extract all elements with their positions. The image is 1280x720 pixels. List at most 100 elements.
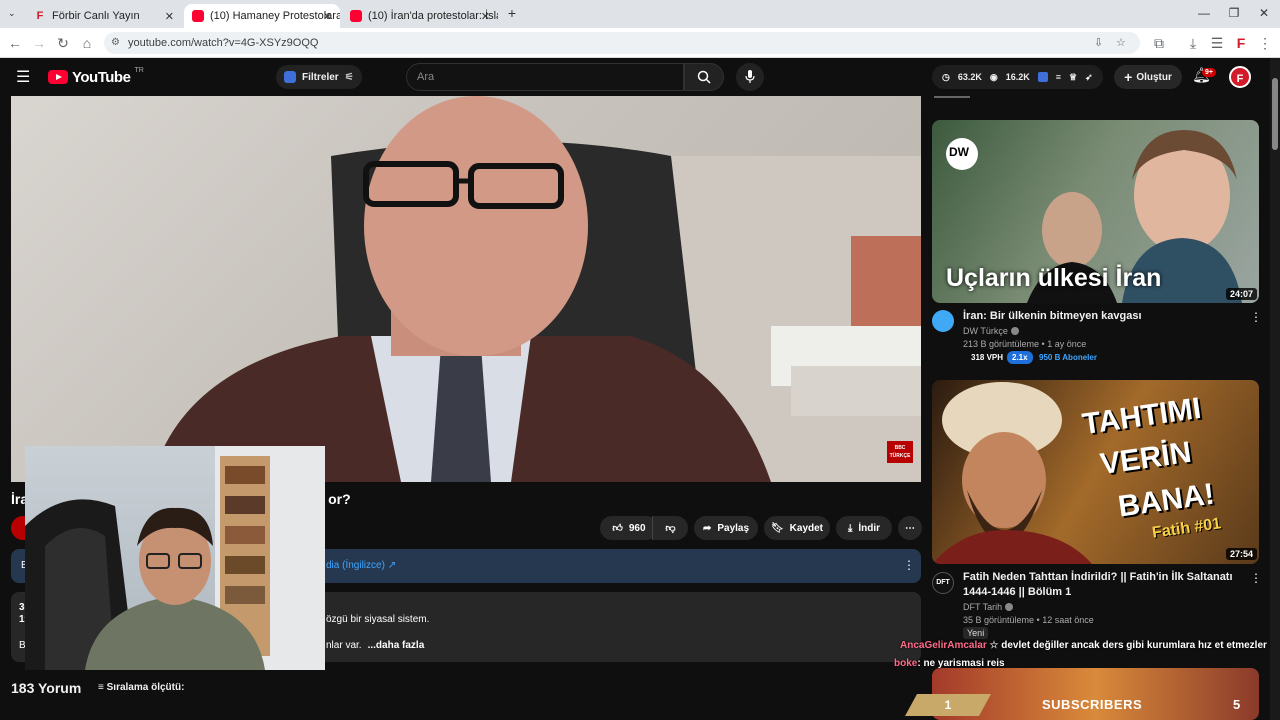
share-icon: ➦	[702, 522, 712, 534]
close-icon[interactable]: ✕	[481, 10, 490, 23]
tab-forbir[interactable]: F Förbir Canlı Yayın ✕	[26, 4, 182, 28]
bookmark-icon: 🔖︎	[770, 522, 784, 534]
address-bar-row: ← → ↻ ⌂ ⚙ youtube.com/watch?v=4G-XSYz9OQ…	[0, 28, 1280, 58]
save-label: Kaydet	[789, 522, 824, 534]
more-icon: ⋯	[905, 522, 915, 534]
video-player[interactable]: BBC TÜRKÇE	[11, 96, 921, 482]
scrollbar-thumb[interactable]	[1272, 78, 1278, 150]
vph-stat: 318 VPH	[971, 353, 1004, 362]
chat-message: boke: ne yarismasi reis	[894, 658, 1005, 669]
save-button[interactable]: 🔖︎ Kaydet	[764, 516, 830, 540]
download-label: İndir	[858, 522, 881, 534]
back-button[interactable]: ←	[6, 34, 24, 52]
webcam-frame	[25, 446, 325, 670]
dislike-button[interactable]: 👎︎	[652, 516, 688, 540]
download-button[interactable]: ⤓ İndir	[836, 516, 892, 540]
country-code: TR	[134, 66, 144, 74]
reading-list-icon[interactable]: ☰	[1208, 34, 1226, 52]
kebab-menu-icon[interactable]: ⋮	[1250, 571, 1262, 585]
channel-stats-pill[interactable]: ◷ 63.2K ◉ 16.2K ≡ ♕ ➶	[932, 65, 1103, 89]
chat-message: AncaGelirAmcalar ☆ devlet değiller ancak…	[900, 640, 1267, 651]
reload-button[interactable]: ↻	[54, 34, 72, 52]
forward-button[interactable]: →	[30, 34, 48, 52]
video-thumbnail[interactable]: TAHTIMI VERİN BANA! Fatih #01 27:54	[932, 380, 1259, 564]
stat-views: 16.2K	[1005, 72, 1030, 82]
create-button[interactable]: + Oluştur	[1114, 65, 1182, 89]
site-info-icon[interactable]: ⚙	[111, 32, 120, 54]
verified-icon	[1005, 603, 1014, 611]
show-more-link[interactable]: ...daha fazla	[368, 640, 425, 651]
multiplier-badge: 2.1x	[1007, 351, 1033, 364]
channel-name[interactable]: DFT Tarih	[963, 602, 1014, 612]
url-field[interactable]: ⚙ youtube.com/watch?v=4G-XSYz9OQQ ⇩ ☆	[104, 32, 1140, 54]
account-avatar[interactable]: F	[1229, 66, 1251, 88]
video-duration: 24:07	[1226, 288, 1258, 300]
clock-icon: ◷	[942, 71, 950, 82]
install-icon[interactable]: ⇩	[1094, 32, 1103, 54]
more-actions-button[interactable]: ⋯	[898, 516, 922, 540]
new-tab-button[interactable]: +	[504, 5, 520, 21]
subscribers-left-value: 1	[905, 694, 991, 716]
extensions-icon[interactable]: ⧉	[1150, 34, 1168, 52]
profile-icon[interactable]: F	[1232, 34, 1250, 52]
dft-channel-avatar[interactable]: DFT	[932, 572, 954, 594]
subscribers-count: 5	[1233, 697, 1241, 712]
thumbnail-caption: Uçların ülkesi İran	[946, 264, 1162, 292]
search-button[interactable]	[684, 63, 724, 91]
youtube-logo[interactable]: YouTube TR	[48, 67, 144, 87]
comments-count: 183 Yorum	[11, 680, 82, 696]
video-duration: 27:54	[1226, 548, 1258, 560]
extension-icon	[1037, 72, 1048, 82]
minimize-button[interactable]: —	[1194, 6, 1214, 20]
video-meta: 213 B görüntüleme • 1 ay önce	[963, 339, 1087, 349]
youtube-play-icon	[48, 70, 68, 84]
tab-title: (10) İran'da protestolar: İslam C	[368, 10, 498, 22]
logo-text: YouTube	[72, 68, 131, 86]
tab-iran[interactable]: (10) İran'da protestolar: İslam C ✕	[342, 4, 498, 28]
dw-channel-avatar[interactable]	[932, 310, 954, 332]
eye-icon: ◉	[989, 71, 998, 82]
restore-button[interactable]: ❐	[1224, 6, 1244, 20]
channel-name[interactable]: DW Türkçe	[963, 326, 1019, 336]
video-title[interactable]: Fatih Neden Tahttan İndirildi? || Fatih'…	[963, 570, 1243, 600]
page-scrollbar[interactable]	[1270, 58, 1280, 720]
hamburger-menu-icon[interactable]: ☰	[16, 67, 30, 87]
filters-button[interactable]: Filtreler ⚟	[276, 65, 362, 89]
video-title[interactable]: İran: Bir ülkenin bitmeyen kavgası	[963, 309, 1243, 324]
bbc-turkce-logo: BBC TÜRKÇE	[887, 441, 913, 463]
tab-hamaney[interactable]: (10) Hamaney Protestolara Day ✕	[184, 4, 340, 28]
video-thumbnail[interactable]: DW Uçların ülkesi İran 24:07	[932, 120, 1259, 303]
downloads-icon[interactable]: ⤓	[1184, 34, 1202, 52]
like-button[interactable]: 👍︎ 960	[600, 516, 658, 540]
share-button[interactable]: ➦ Paylaş	[694, 516, 758, 540]
like-count: 960	[628, 522, 646, 534]
stat-watch-hours: 63.2K	[957, 72, 982, 82]
window-close-button[interactable]: ✕	[1254, 6, 1274, 20]
extension-icon	[284, 71, 296, 83]
streamer-webcam-overlay	[25, 446, 325, 670]
kebab-menu-icon[interactable]: ⋮	[1250, 310, 1262, 324]
bookmark-star-icon[interactable]: ☆	[1116, 32, 1126, 54]
sort-by-button[interactable]: ≡ Sıralama ölçütü:	[98, 682, 184, 693]
voice-search-button[interactable]	[736, 63, 764, 91]
close-icon[interactable]: ✕	[323, 10, 332, 23]
home-button[interactable]: ⌂	[78, 34, 96, 52]
youtube-header: ☰ YouTube TR Filtreler ⚟ ◷ 63.2K ◉ 16.2K…	[0, 58, 1270, 96]
video-meta: 35 B görüntüleme • 12 saat önce	[963, 615, 1094, 625]
search-input[interactable]	[407, 64, 683, 90]
browser-menu-icon[interactable]: ⋮	[1256, 34, 1274, 52]
trophy-icon: ♕	[1069, 71, 1078, 82]
subscribers-label: SUBSCRIBERS	[1042, 697, 1143, 712]
info-link[interactable]: dia (İngilizce) ↗	[326, 560, 396, 571]
thumbs-up-icon: 👍︎	[612, 523, 623, 534]
verified-icon	[1010, 327, 1019, 335]
sliders-icon: ⚟	[344, 71, 354, 83]
close-icon[interactable]: ✕	[165, 10, 174, 23]
thumbs-down-icon: 👎︎	[665, 523, 676, 534]
forbir-icon: F	[36, 10, 44, 22]
subscriber-stat: 950 B Aboneler	[1039, 353, 1097, 362]
subscribers-goal-bar: 1 SUBSCRIBERS 5	[905, 694, 1270, 716]
tab-search-icon[interactable]: ⌄	[8, 8, 16, 19]
kebab-menu-icon[interactable]: ⋮	[903, 558, 915, 572]
plus-icon: +	[1124, 69, 1133, 85]
